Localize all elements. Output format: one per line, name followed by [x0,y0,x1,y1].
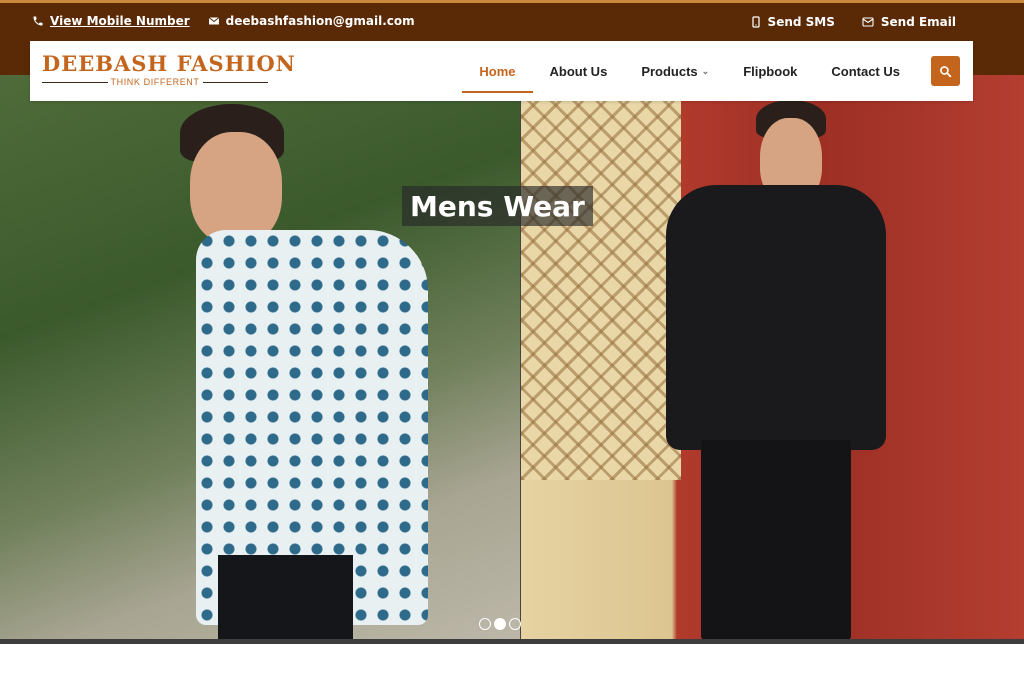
slider-pagination [479,618,521,630]
hero-bottom-bar [0,639,1024,644]
nav-contact-us[interactable]: Contact Us [814,41,917,101]
nav-products[interactable]: Products ⌄ [624,41,726,101]
main-header: DEEBASH FASHION THINK DIFFERENT Home Abo… [30,41,973,101]
nav-about-us-label: About Us [549,63,608,79]
send-sms-label: Send SMS [767,15,835,29]
mobile-icon [751,16,760,28]
quick-actions: Send SMS Send Email [750,15,956,29]
envelope-icon [208,17,219,25]
envelope-outline-icon [862,17,874,27]
hero-image-left [0,75,520,639]
slider-dot-2[interactable] [494,618,506,630]
slider-dot-1[interactable] [479,618,491,630]
main-nav: Home About Us Products ⌄ Flipbook Contact… [462,41,917,101]
send-sms-button[interactable]: Send SMS [750,15,835,29]
logo-name: DEEBASH FASHION [42,51,296,76]
hero-slider: Mens Wear [0,75,1024,639]
model-figure-right [656,100,896,639]
send-email-label: Send Email [880,15,956,29]
email-link[interactable]: deebashfashion@gmail.com [208,14,415,28]
nav-contact-us-label: Contact Us [831,63,900,79]
logo-tagline: THINK DIFFERENT [110,77,200,87]
view-mobile-number-link[interactable]: View Mobile Number [50,14,190,28]
logo-divider-left [42,81,108,83]
chevron-down-icon: ⌄ [701,65,710,76]
search-button[interactable] [931,56,960,86]
nav-about-us[interactable]: About Us [533,41,625,101]
model-figure-left [178,100,438,639]
slider-dot-3[interactable] [509,618,521,630]
email-address[interactable]: deebashfashion@gmail.com [226,14,415,28]
nav-home[interactable]: Home [462,41,533,101]
nav-home-label: Home [479,63,516,79]
hero-image-right [521,75,1024,639]
send-email-button[interactable]: Send Email [861,15,956,29]
search-icon [940,65,952,77]
phone-icon [33,16,43,26]
site-logo[interactable]: DEEBASH FASHION THINK DIFFERENT [42,51,296,88]
hero-caption: Mens Wear [402,186,593,226]
contact-info: View Mobile Number deebashfashion@gmail.… [32,14,415,28]
nav-products-label: Products [641,63,698,79]
nav-flipbook[interactable]: Flipbook [726,41,814,101]
logo-divider-right [202,81,268,83]
nav-flipbook-label: Flipbook [743,63,798,79]
logo-tagline-row: THINK DIFFERENT [42,76,268,88]
phone-link[interactable]: View Mobile Number [32,14,190,28]
page: View Mobile Number deebashfashion@gmail.… [0,0,1024,683]
